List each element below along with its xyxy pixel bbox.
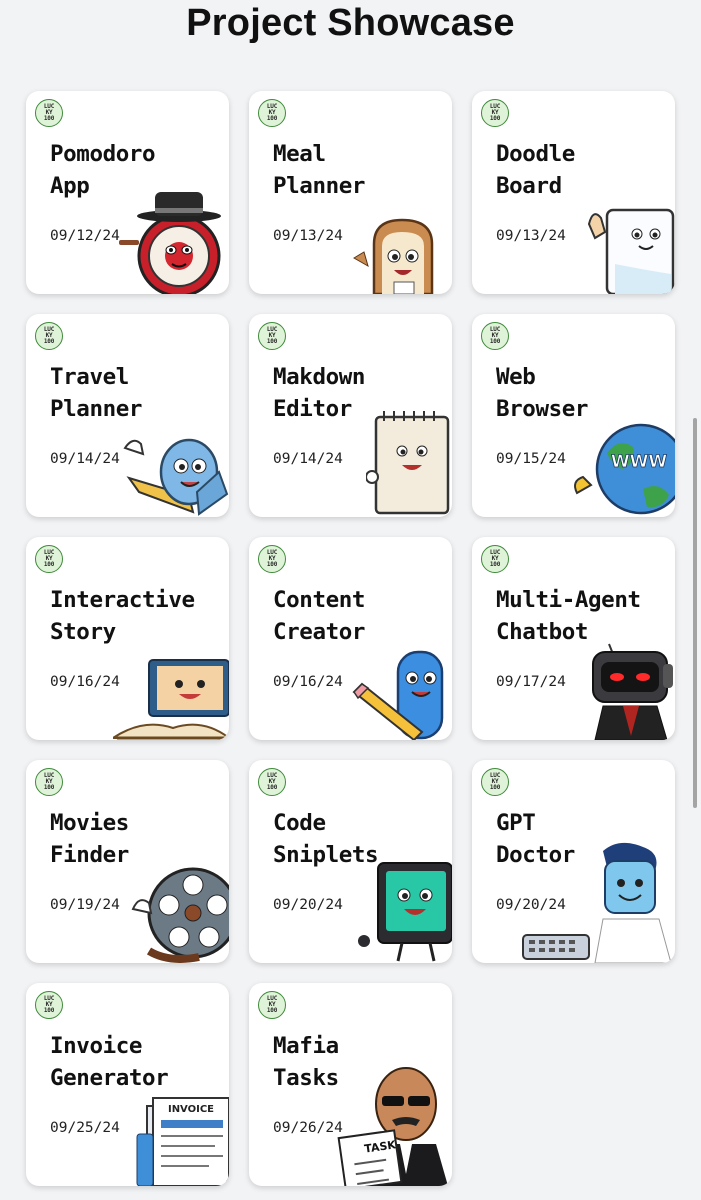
project-date: 09/16/24 <box>50 674 120 690</box>
project-date: 09/13/24 <box>273 228 343 244</box>
project-card-movies-finder[interactable]: LUC KY 100 Movies Finder 09/19/24 <box>26 760 229 963</box>
project-title: Code Sniplets <box>273 810 379 868</box>
lucky100-logo-icon: LUC KY 100 <box>481 768 509 796</box>
project-date: 09/17/24 <box>496 674 566 690</box>
invoice-label: INVOICE <box>168 1104 214 1115</box>
project-title: Doodle Board <box>496 141 575 199</box>
lucky100-logo-icon: LUC KY 100 <box>258 322 286 350</box>
logo-text: 100 <box>43 784 55 792</box>
project-title: Movies Finder <box>50 810 129 868</box>
project-title: GPT Doctor <box>496 810 575 868</box>
lucky100-logo-icon: LUC KY 100 <box>481 99 509 127</box>
page-title: Project Showcase <box>186 2 515 44</box>
pencil-mascot-icon <box>352 650 444 740</box>
logo-text: 100 <box>266 338 278 346</box>
toast-mascot-icon <box>353 218 434 294</box>
logo-text: 100 <box>43 115 55 123</box>
computer-mascot-icon <box>358 862 452 962</box>
project-card-multi-agent-chatbot[interactable]: LUC KY 100 Multi-Agent Chatbot 09/17/24 <box>472 537 675 740</box>
globe-label: WWW <box>611 452 668 472</box>
scrollbar[interactable] <box>693 418 697 808</box>
invoice-mascot-icon: INVOICE <box>136 1097 229 1186</box>
project-date: 09/15/24 <box>496 451 566 467</box>
project-title: Meal Planner <box>273 141 366 199</box>
lucky100-logo-icon: LUC KY 100 <box>481 545 509 573</box>
lucky100-logo-icon: LUC KY 100 <box>35 545 63 573</box>
lucky100-logo-icon: LUC KY 100 <box>258 545 286 573</box>
logo-text: 100 <box>266 1007 278 1015</box>
logo-text: 100 <box>489 338 501 346</box>
project-title: Makdown Editor <box>273 364 366 422</box>
project-date: 09/12/24 <box>50 228 120 244</box>
project-card-travel-planner[interactable]: LUC KY 100 Travel Planner 09/14/24 <box>26 314 229 517</box>
project-date: 09/25/24 <box>50 1120 120 1136</box>
globe-mascot-icon: WWW <box>574 423 675 515</box>
logo-text: 100 <box>489 784 501 792</box>
logo-text: 100 <box>266 784 278 792</box>
logo-text: 100 <box>43 1007 55 1015</box>
project-card-web-browser[interactable]: LUC KY 100 Web Browser 09/15/24 WWW <box>472 314 675 517</box>
project-date: 09/16/24 <box>273 674 343 690</box>
robot-mascot-icon <box>592 643 673 740</box>
project-date: 09/14/24 <box>50 451 120 467</box>
project-title: Pomodoro App <box>50 141 156 199</box>
project-date: 09/20/24 <box>273 897 343 913</box>
lucky100-logo-icon: LUC KY 100 <box>258 768 286 796</box>
logo-text: 100 <box>489 561 501 569</box>
book-mascot-icon <box>113 659 229 740</box>
lucky100-logo-icon: LUC KY 100 <box>258 99 286 127</box>
logo-text: 100 <box>43 338 55 346</box>
project-date: 09/14/24 <box>273 451 343 467</box>
lucky100-logo-icon: LUC KY 100 <box>481 322 509 350</box>
project-title: Invoice Generator <box>50 1033 169 1091</box>
project-grid: LUC KY 100 Pomodoro App 09/12/24 LUC KY … <box>26 91 675 1186</box>
lucky100-logo-icon: LUC KY 100 <box>35 322 63 350</box>
project-card-gpt-doctor[interactable]: LUC KY 100 GPT Doctor 09/20/24 <box>472 760 675 963</box>
logo-text: 100 <box>266 115 278 123</box>
project-card-interactive-story[interactable]: LUC KY 100 Interactive Story 09/16/24 <box>26 537 229 740</box>
lucky100-logo-icon: LUC KY 100 <box>35 768 63 796</box>
project-date: 09/19/24 <box>50 897 120 913</box>
project-card-pomodoro-app[interactable]: LUC KY 100 Pomodoro App 09/12/24 <box>26 91 229 294</box>
lucky100-logo-icon: LUC KY 100 <box>35 99 63 127</box>
project-card-code-sniplets[interactable]: LUC KY 100 Code Sniplets 09/20/24 <box>249 760 452 963</box>
project-card-content-creator[interactable]: LUC KY 100 Content Creator 09/16/24 <box>249 537 452 740</box>
project-card-meal-planner[interactable]: LUC KY 100 Meal Planner 09/13/24 <box>249 91 452 294</box>
logo-text: 100 <box>489 115 501 123</box>
project-title: Multi-Agent Chatbot <box>496 587 641 645</box>
airplane-mascot-icon <box>123 438 229 516</box>
project-title: Web Browser <box>496 364 589 422</box>
whiteboard-mascot-icon <box>587 208 675 294</box>
lucky100-logo-icon: LUC KY 100 <box>258 991 286 1019</box>
project-card-doodle-board[interactable]: LUC KY 100 Doodle Board 09/13/24 <box>472 91 675 294</box>
project-date: 09/26/24 <box>273 1120 343 1136</box>
project-card-makdown-editor[interactable]: LUC KY 100 Makdown Editor 09/14/24 <box>249 314 452 517</box>
logo-text: 100 <box>43 561 55 569</box>
lucky100-logo-icon: LUC KY 100 <box>35 991 63 1019</box>
project-title: Travel Planner <box>50 364 143 422</box>
project-title: Interactive Story <box>50 587 195 645</box>
logo-text: 100 <box>266 561 278 569</box>
project-date: 09/20/24 <box>496 897 566 913</box>
project-card-mafia-tasks[interactable]: LUC KY 100 Mafia Tasks 09/26/24 TASK <box>249 983 452 1186</box>
project-card-invoice-generator[interactable]: LUC KY 100 Invoice Generator 09/25/24 IN… <box>26 983 229 1186</box>
project-title: Mafia Tasks <box>273 1033 339 1091</box>
project-date: 09/13/24 <box>496 228 566 244</box>
project-title: Content Creator <box>273 587 366 645</box>
